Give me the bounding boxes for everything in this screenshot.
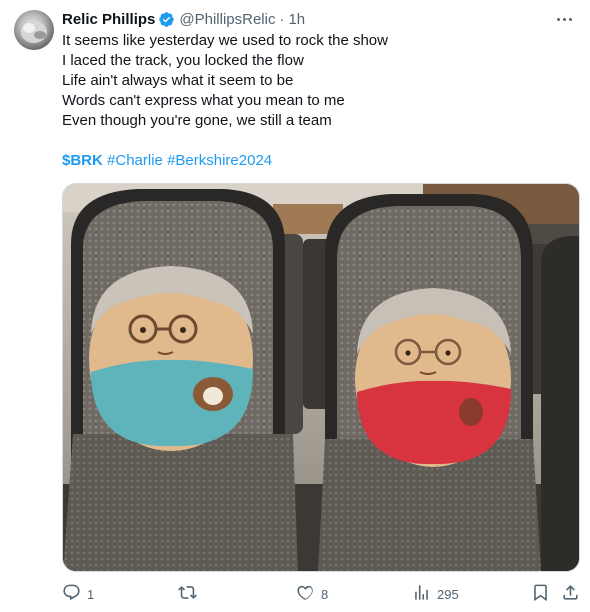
tweet-line: I laced the track, you locked the flow <box>62 52 304 69</box>
cashtag-link[interactable]: $BRK <box>62 152 103 169</box>
tweet-line: Words can't express what you mean to me <box>62 92 345 109</box>
share-icon <box>561 583 580 605</box>
hashtag-link[interactable]: #Berkshire2024 <box>167 152 272 169</box>
views-button[interactable]: 295 <box>412 582 459 606</box>
timestamp[interactable]: 1h <box>288 11 305 28</box>
tweet-photo[interactable] <box>62 183 580 572</box>
avatar[interactable] <box>14 10 54 50</box>
like-button[interactable]: 8 <box>296 582 328 606</box>
views-icon <box>412 583 431 605</box>
retweet-button[interactable] <box>178 582 203 606</box>
reply-count: 1 <box>87 586 95 602</box>
tweet-line: Life ain't always what it seem to be <box>62 72 294 89</box>
views-count: 295 <box>437 586 459 602</box>
action-bar: 1 8 295 <box>62 582 580 606</box>
reply-button[interactable]: 1 <box>62 582 94 606</box>
hashtag-link[interactable]: #Charlie <box>107 152 163 169</box>
tweet-tags: $BRK #Charlie #Berkshire2024 <box>62 151 272 171</box>
author-handle[interactable]: @PhillipsRelic <box>179 11 275 28</box>
like-count: 8 <box>321 586 329 602</box>
tweet-text: It seems like yesterday we used to rock … <box>62 31 562 131</box>
heart-icon <box>296 583 315 605</box>
tweet-line: It seems like yesterday we used to rock … <box>62 32 388 49</box>
verified-badge-icon <box>158 11 175 28</box>
share-button[interactable] <box>561 582 580 606</box>
more-icon[interactable] <box>554 12 574 26</box>
tweet-header: Relic Phillips @PhillipsRelic · 1h <box>62 9 570 29</box>
author-name[interactable]: Relic Phillips <box>62 11 155 28</box>
bookmark-button[interactable] <box>531 582 550 606</box>
reply-icon <box>62 583 81 605</box>
retweet-icon <box>178 583 197 605</box>
bookmark-icon <box>531 583 550 605</box>
separator-dot: · <box>279 10 285 28</box>
tweet-line: Even though you're gone, we still a team <box>62 112 332 129</box>
